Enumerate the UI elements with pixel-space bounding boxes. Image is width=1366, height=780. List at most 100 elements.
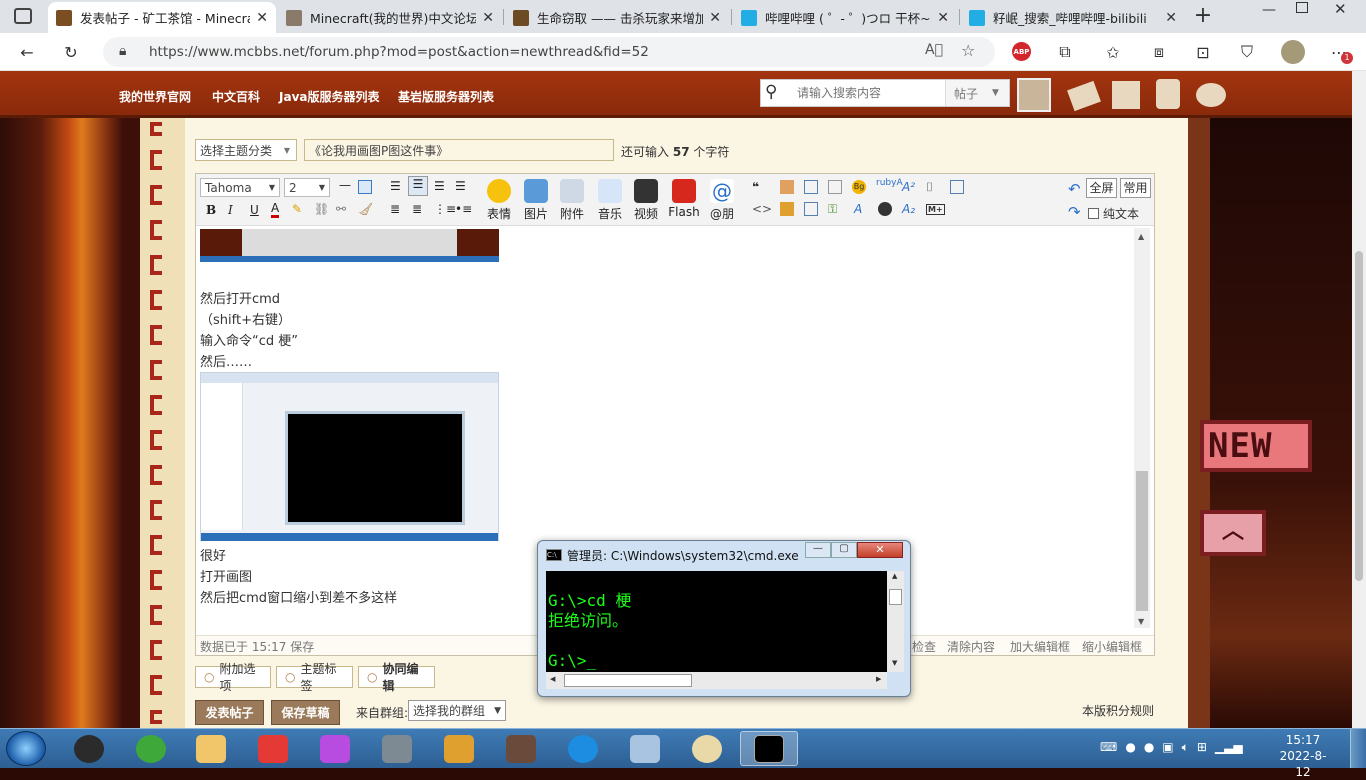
extensions-icon[interactable]: ⧉ bbox=[1054, 41, 1076, 63]
network-icon[interactable]: ⊞ bbox=[1197, 740, 1207, 758]
key-icon[interactable]: ⚿ bbox=[828, 202, 837, 217]
taskbar-file-explorer[interactable] bbox=[182, 731, 240, 766]
keyboard-icon[interactable]: ⌨ bbox=[1100, 740, 1117, 758]
points-rules-link[interactable]: 本版积分规则 bbox=[1082, 702, 1154, 719]
cmd-minimize-button[interactable]: — bbox=[805, 542, 831, 558]
clear-format-icon[interactable]: 🧹︎ bbox=[358, 202, 373, 216]
common-mode-button[interactable]: 常用 bbox=[1120, 178, 1151, 198]
redo-icon[interactable]: ↷ bbox=[1068, 203, 1081, 221]
align-justify-icon[interactable]: ☰ bbox=[408, 176, 428, 196]
mention-button[interactable]: @ @朋 bbox=[702, 179, 742, 222]
category-select[interactable]: 选择主题分类 ▼ bbox=[195, 139, 297, 161]
signal-icon[interactable]: ▁▃▅ bbox=[1215, 740, 1243, 758]
image-button[interactable]: 图片 bbox=[516, 179, 556, 222]
close-icon[interactable]: ✕ bbox=[937, 10, 949, 26]
taskbar-wps[interactable] bbox=[244, 731, 302, 766]
taskbar-kings[interactable] bbox=[430, 731, 488, 766]
tab-post-thread[interactable]: 发表帖子 - 矿工茶馆 - Minecra ✕ bbox=[48, 2, 276, 33]
back-to-top-icon[interactable]: ︿ bbox=[1200, 510, 1266, 556]
cmd-horizontal-scrollbar[interactable]: ◀ ▶ bbox=[546, 672, 887, 689]
search-icon[interactable]: ⚲ bbox=[765, 82, 777, 102]
unlink-icon[interactable]: ⚯ bbox=[336, 202, 346, 216]
search-scope-select[interactable]: 帖子 ▼ bbox=[945, 80, 1009, 106]
code-icon[interactable]: <> bbox=[752, 202, 772, 216]
lock-content-icon[interactable] bbox=[780, 202, 794, 216]
close-icon[interactable]: ✕ bbox=[1165, 10, 1177, 26]
minimize-button[interactable]: — bbox=[1262, 2, 1276, 18]
favorite-star-icon[interactable]: ☆ bbox=[961, 41, 975, 60]
taskbar-cmd[interactable] bbox=[740, 731, 798, 766]
horizontal-rule-icon[interactable]: — bbox=[338, 178, 352, 192]
close-icon[interactable]: ✕ bbox=[709, 10, 721, 26]
taskbar-network-computer[interactable] bbox=[616, 731, 674, 766]
adblock-icon[interactable]: ABP bbox=[1012, 42, 1031, 61]
fullscreen-button[interactable]: 全屏 bbox=[1086, 178, 1117, 198]
align-left-icon[interactable]: ☰ bbox=[390, 179, 401, 193]
qq-tray-icon[interactable]: ● bbox=[1125, 740, 1135, 758]
tab-bilibili-home[interactable]: 哔哩哔哩 ( ゜- ゜)つロ 干杯~-b ✕ bbox=[733, 2, 957, 33]
tab-mcbbs-home[interactable]: Minecraft(我的世界)中文论坛 - ✕ bbox=[278, 2, 502, 33]
hide-icon[interactable] bbox=[780, 180, 794, 194]
palette-icon[interactable] bbox=[1196, 83, 1226, 107]
screenshot-icon[interactable]: ⊡ bbox=[1192, 41, 1214, 63]
ruby-icon[interactable]: rubyA bbox=[876, 178, 903, 188]
profile-avatar[interactable] bbox=[1281, 40, 1305, 64]
frame-icon[interactable] bbox=[804, 180, 818, 194]
plaintext-checkbox[interactable] bbox=[1088, 208, 1099, 219]
collab-edit-button[interactable]: ○ 协同编辑 bbox=[358, 662, 435, 693]
favorites-icon[interactable]: ✩ bbox=[1102, 41, 1124, 63]
page-scrollbar[interactable] bbox=[1352, 71, 1366, 728]
restore-button[interactable] bbox=[1296, 2, 1308, 13]
markdown-icon[interactable]: M+ bbox=[926, 204, 945, 215]
table-icon[interactable] bbox=[358, 180, 372, 194]
qq-icon[interactable] bbox=[878, 202, 892, 216]
clear-content-link[interactable]: 清除内容 bbox=[947, 638, 995, 655]
font-size-select[interactable]: 2 ▼ bbox=[284, 178, 330, 197]
start-button[interactable] bbox=[6, 731, 46, 766]
link-icon[interactable]: ⛓ bbox=[314, 202, 329, 216]
submit-post-button[interactable]: 发表帖子 bbox=[195, 700, 264, 725]
package-icon[interactable] bbox=[1112, 81, 1140, 109]
flash-button[interactable]: Flash bbox=[664, 179, 704, 219]
show-desktop-button[interactable] bbox=[1350, 729, 1366, 768]
plaintext-toggle[interactable]: 纯文本 bbox=[1088, 205, 1139, 222]
close-icon[interactable]: ✕ bbox=[482, 10, 494, 26]
taskbar-game-chars[interactable] bbox=[492, 731, 550, 766]
subscript-icon[interactable]: A₂ bbox=[902, 202, 915, 216]
sidebar-icon[interactable] bbox=[950, 180, 964, 194]
outdent-icon[interactable]: ≣ bbox=[412, 202, 422, 216]
taskbar-screen-tool[interactable] bbox=[368, 731, 426, 766]
editor-scrollbar[interactable]: ▲ ▼ bbox=[1134, 228, 1150, 628]
user-avatar[interactable] bbox=[1017, 78, 1051, 112]
new-tab-button[interactable]: + bbox=[1188, 4, 1218, 30]
video-button[interactable]: 视频 bbox=[626, 179, 666, 222]
read-aloud-icon[interactable]: A᪶ bbox=[925, 42, 943, 58]
enlarge-editor-link[interactable]: 加大编辑框 bbox=[1010, 638, 1070, 655]
tab-actions-icon[interactable] bbox=[14, 8, 32, 24]
font-family-select[interactable]: Tahoma ▼ bbox=[200, 178, 280, 197]
close-window-button[interactable]: ✕ bbox=[1334, 0, 1347, 18]
shrink-editor-link[interactable]: 缩小编辑框 bbox=[1082, 638, 1142, 655]
potion-icon[interactable] bbox=[1156, 79, 1180, 109]
body-text-block-1[interactable]: 然后打开cmd （shift+右键） 输入命令“cd 梗” 然后…… bbox=[200, 289, 298, 373]
quote-icon[interactable]: ❝ bbox=[752, 180, 759, 194]
bold-button[interactable]: B bbox=[206, 203, 216, 217]
cmd-vertical-scrollbar[interactable]: ▲ ▼ bbox=[887, 571, 904, 672]
nav-link-bedrock-servers[interactable]: 基岩版服务器列表 bbox=[398, 88, 494, 105]
body-text-block-2[interactable]: 很好 打开画图 然后把cmd窗口缩小到差不多这样 bbox=[200, 546, 397, 609]
qq-tray-icon-2[interactable]: ● bbox=[1144, 740, 1154, 758]
search-input[interactable] bbox=[797, 83, 943, 103]
taskbar-360-browser[interactable] bbox=[122, 731, 180, 766]
cmd-close-button[interactable]: ✕ bbox=[857, 542, 903, 558]
refresh-icon[interactable]: ↻ bbox=[60, 41, 82, 63]
save-draft-button[interactable]: 保存草稿 bbox=[271, 700, 340, 725]
security-icon[interactable]: ⛉ bbox=[1236, 41, 1258, 63]
indent-icon[interactable]: ≣ bbox=[390, 202, 400, 216]
volume-icon[interactable]: 🔈︎ bbox=[1182, 740, 1189, 758]
underline-button[interactable]: U bbox=[250, 203, 259, 217]
app-tray-icon[interactable]: ▣ bbox=[1162, 740, 1173, 758]
taskbar-app-purple[interactable] bbox=[306, 731, 364, 766]
subject-input[interactable]: 《论我用画图P图这件事》 bbox=[304, 139, 614, 161]
ordered-list-icon[interactable]: ⋮≡ bbox=[434, 202, 456, 216]
topic-tags-button[interactable]: ○ 主题标签 bbox=[276, 662, 353, 693]
